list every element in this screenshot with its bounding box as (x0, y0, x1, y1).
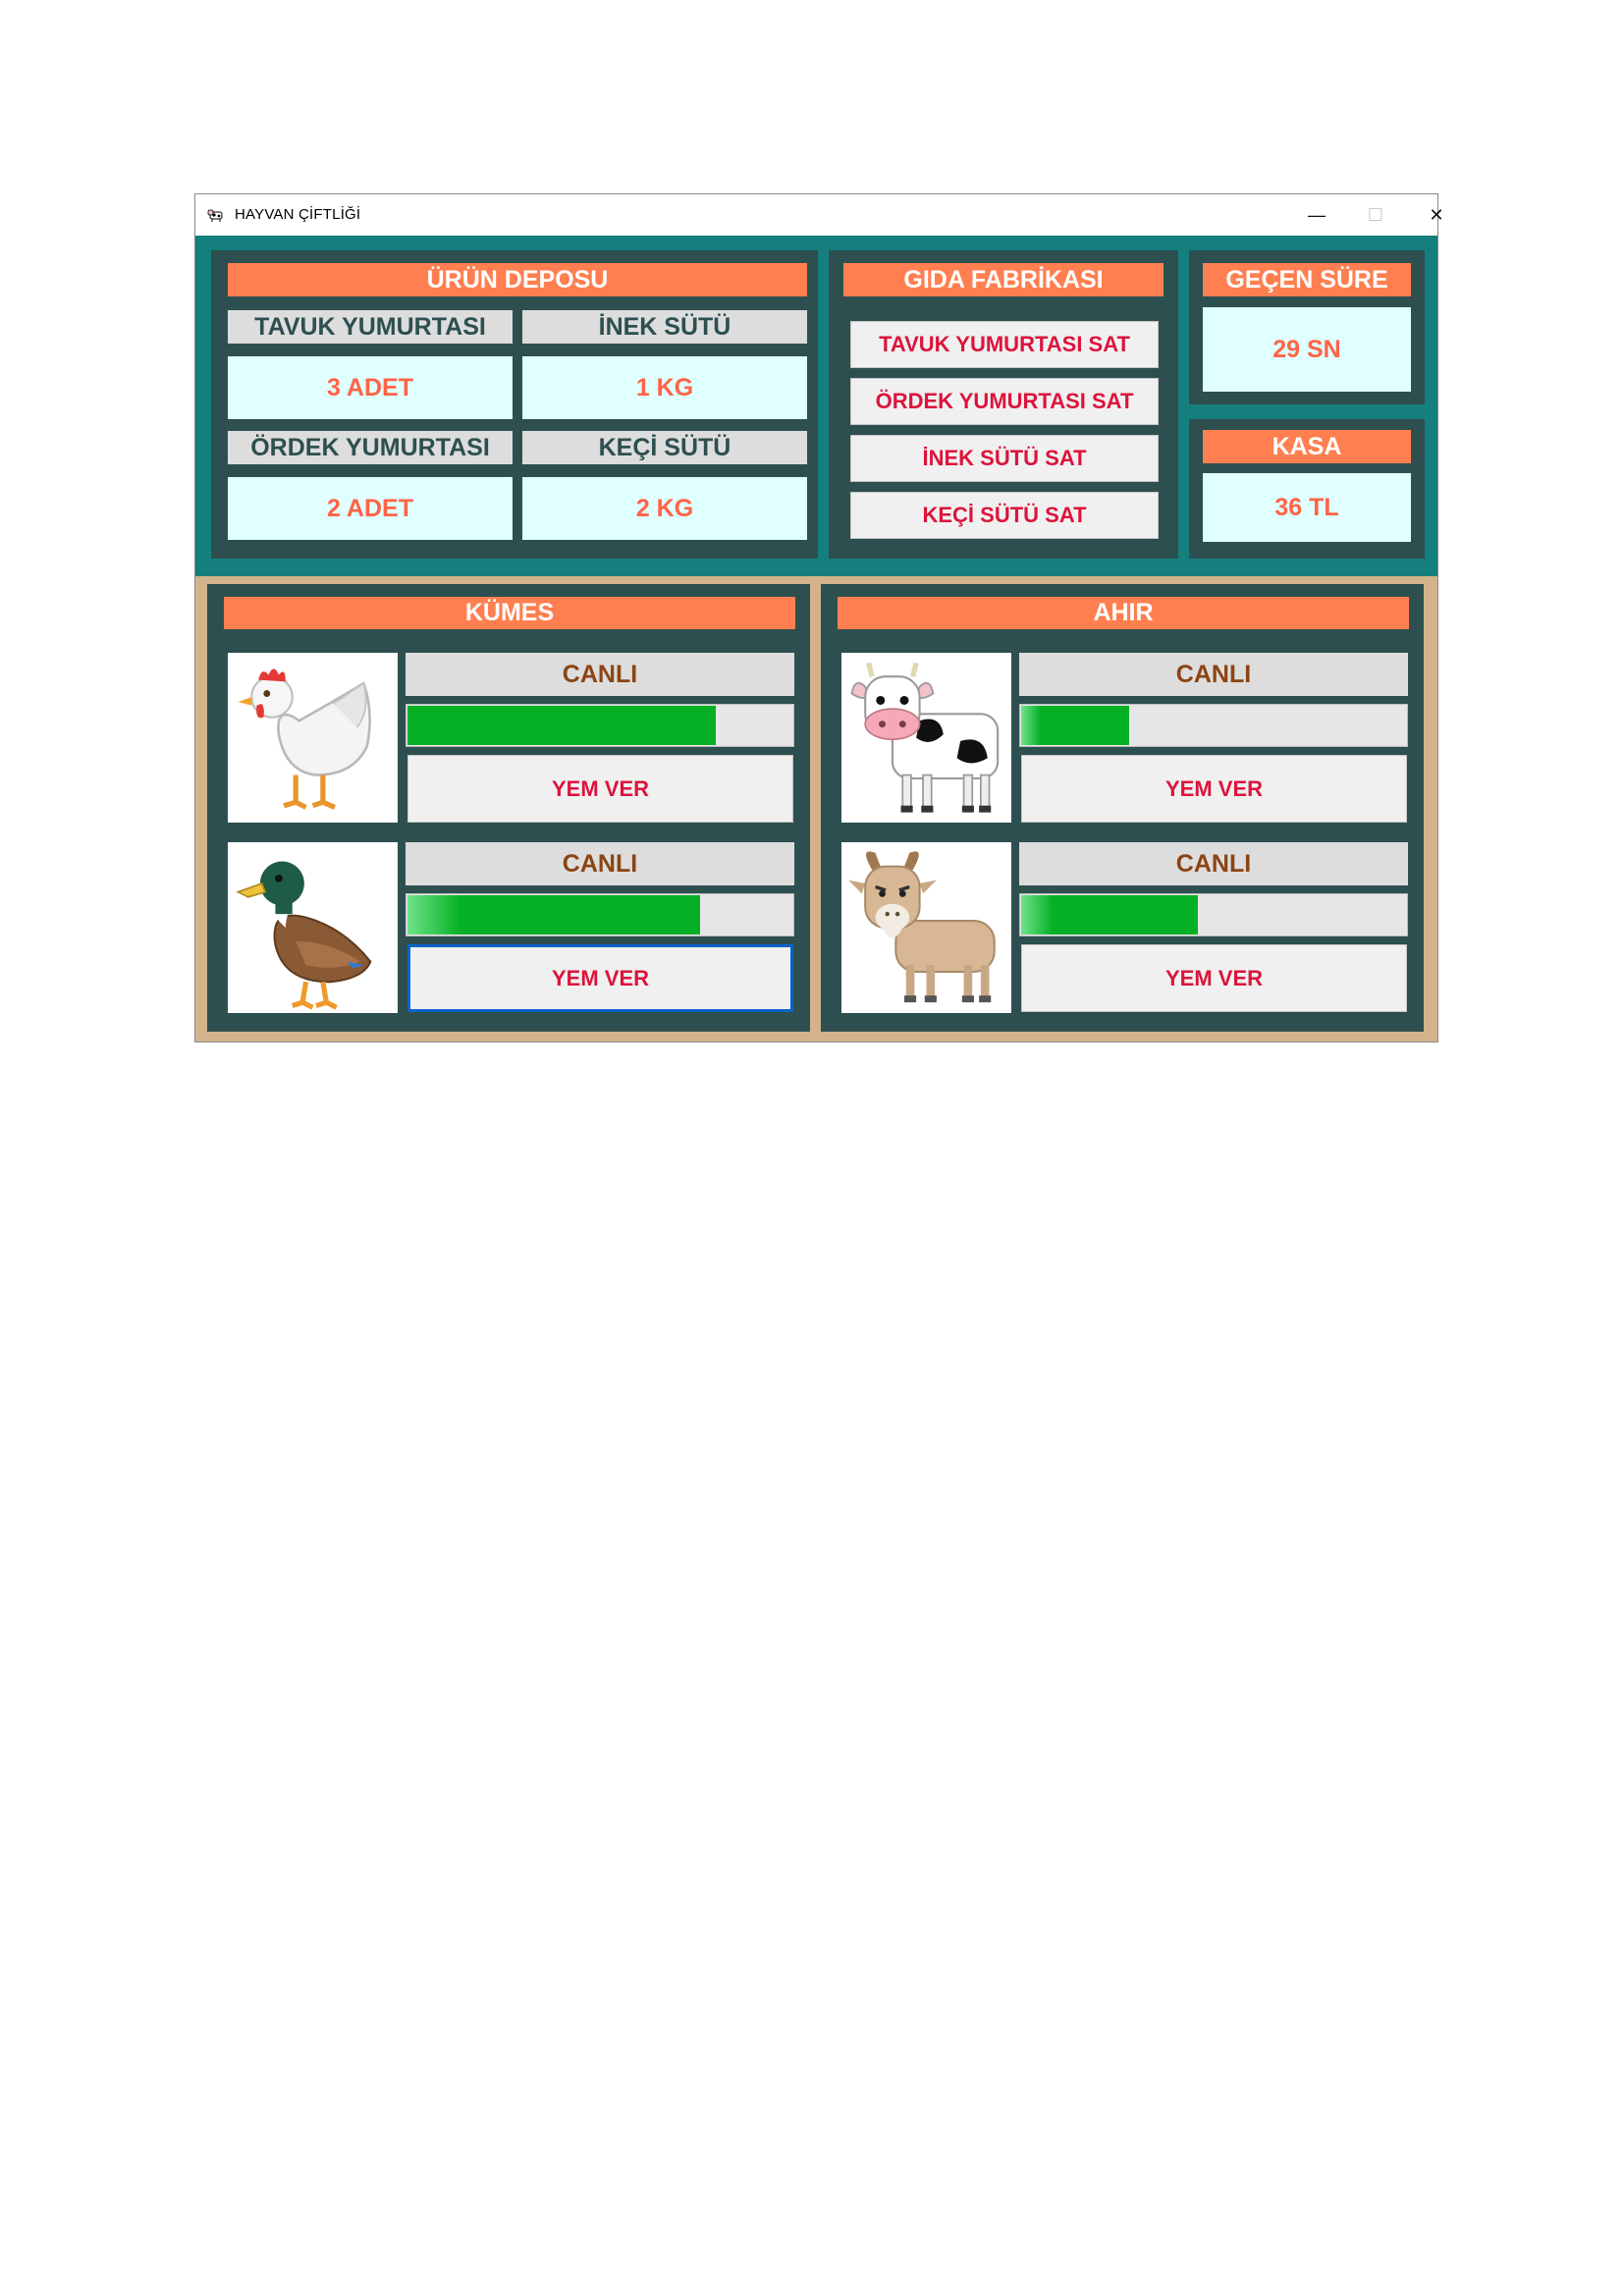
duck-icon (228, 842, 398, 1013)
chicken-status: CANLI (406, 653, 794, 696)
goat-status: CANLI (1019, 842, 1408, 885)
depo-label-keci: KEÇİ SÜTÜ (522, 431, 807, 464)
minimize-button[interactable]: — (1295, 200, 1338, 230)
cow-app-icon (207, 209, 223, 222)
chicken-feed-button[interactable]: YEM VER (407, 755, 793, 823)
depo-label-inek: İNEK SÜTÜ (522, 310, 807, 344)
cow-feed-button[interactable]: YEM VER (1021, 755, 1407, 823)
chicken-icon (228, 653, 398, 823)
duck-status: CANLI (406, 842, 794, 885)
sell-keci-sutu-button[interactable]: KEÇİ SÜTÜ SAT (850, 492, 1159, 539)
depo-value-tavuk: 3 ADET (228, 356, 513, 419)
cow-icon (841, 653, 1011, 823)
chicken-health-fill (407, 706, 716, 745)
title-bar[interactable]: HAYVAN ÇİFTLİĞİ — ☐ ✕ (195, 194, 1444, 236)
sure-panel: GEÇEN SÜRE 29 SN (1189, 250, 1425, 404)
top-area: ÜRÜN DEPOSU TAVUK YUMURTASI İNEK SÜTÜ 3 … (195, 236, 1437, 576)
fabrika-panel: GIDA FABRİKASI TAVUK YUMURTASI SAT ÖRDEK… (829, 250, 1178, 559)
kasa-panel: KASA 36 TL (1189, 419, 1425, 559)
ahir-header: AHIR (838, 597, 1409, 629)
kasa-header: KASA (1203, 430, 1411, 463)
goat-icon (841, 842, 1011, 1013)
cow-status: CANLI (1019, 653, 1408, 696)
app-window: HAYVAN ÇİFTLİĞİ — ☐ ✕ ÜRÜN DEPOSU TAVUK … (194, 193, 1444, 1042)
depo-header: ÜRÜN DEPOSU (228, 263, 807, 296)
sell-ordek-yumurtasi-button[interactable]: ÖRDEK YUMURTASI SAT (850, 378, 1159, 425)
kumes-header: KÜMES (224, 597, 795, 629)
duck-feed-button[interactable]: YEM VER (407, 944, 793, 1012)
ahir-panel: AHIR CANLI YEM VER CANLI YEM VER (821, 584, 1424, 1032)
depo-label-tavuk: TAVUK YUMURTASI (228, 310, 513, 344)
kumes-panel: KÜMES CANLI YEM VER CANLI YEM VER (207, 584, 810, 1032)
fabrika-header: GIDA FABRİKASI (843, 263, 1164, 296)
depo-label-ordek: ÖRDEK YUMURTASI (228, 431, 513, 464)
maximize-button[interactable]: ☐ (1354, 200, 1397, 230)
depo-value-keci: 2 KG (522, 477, 807, 540)
duck-health-fill (407, 895, 700, 934)
window-title: HAYVAN ÇİFTLİĞİ (235, 206, 361, 223)
sure-header: GEÇEN SÜRE (1203, 263, 1411, 296)
bottom-area: KÜMES CANLI YEM VER CANLI YEM VER AHIR C… (195, 576, 1437, 1041)
cow-health-fill (1021, 706, 1129, 745)
sure-value: 29 SN (1203, 307, 1411, 392)
kasa-value: 36 TL (1203, 473, 1411, 542)
depo-value-inek: 1 KG (522, 356, 807, 419)
goat-health-bar (1019, 893, 1408, 936)
goat-feed-button[interactable]: YEM VER (1021, 944, 1407, 1012)
close-button[interactable]: ✕ (1415, 200, 1458, 230)
goat-health-fill (1021, 895, 1199, 934)
chicken-health-bar (406, 704, 794, 747)
sell-tavuk-yumurtasi-button[interactable]: TAVUK YUMURTASI SAT (850, 321, 1159, 368)
duck-health-bar (406, 893, 794, 936)
sell-inek-sutu-button[interactable]: İNEK SÜTÜ SAT (850, 435, 1159, 482)
cow-health-bar (1019, 704, 1408, 747)
depo-value-ordek: 2 ADET (228, 477, 513, 540)
depo-panel: ÜRÜN DEPOSU TAVUK YUMURTASI İNEK SÜTÜ 3 … (211, 250, 818, 559)
